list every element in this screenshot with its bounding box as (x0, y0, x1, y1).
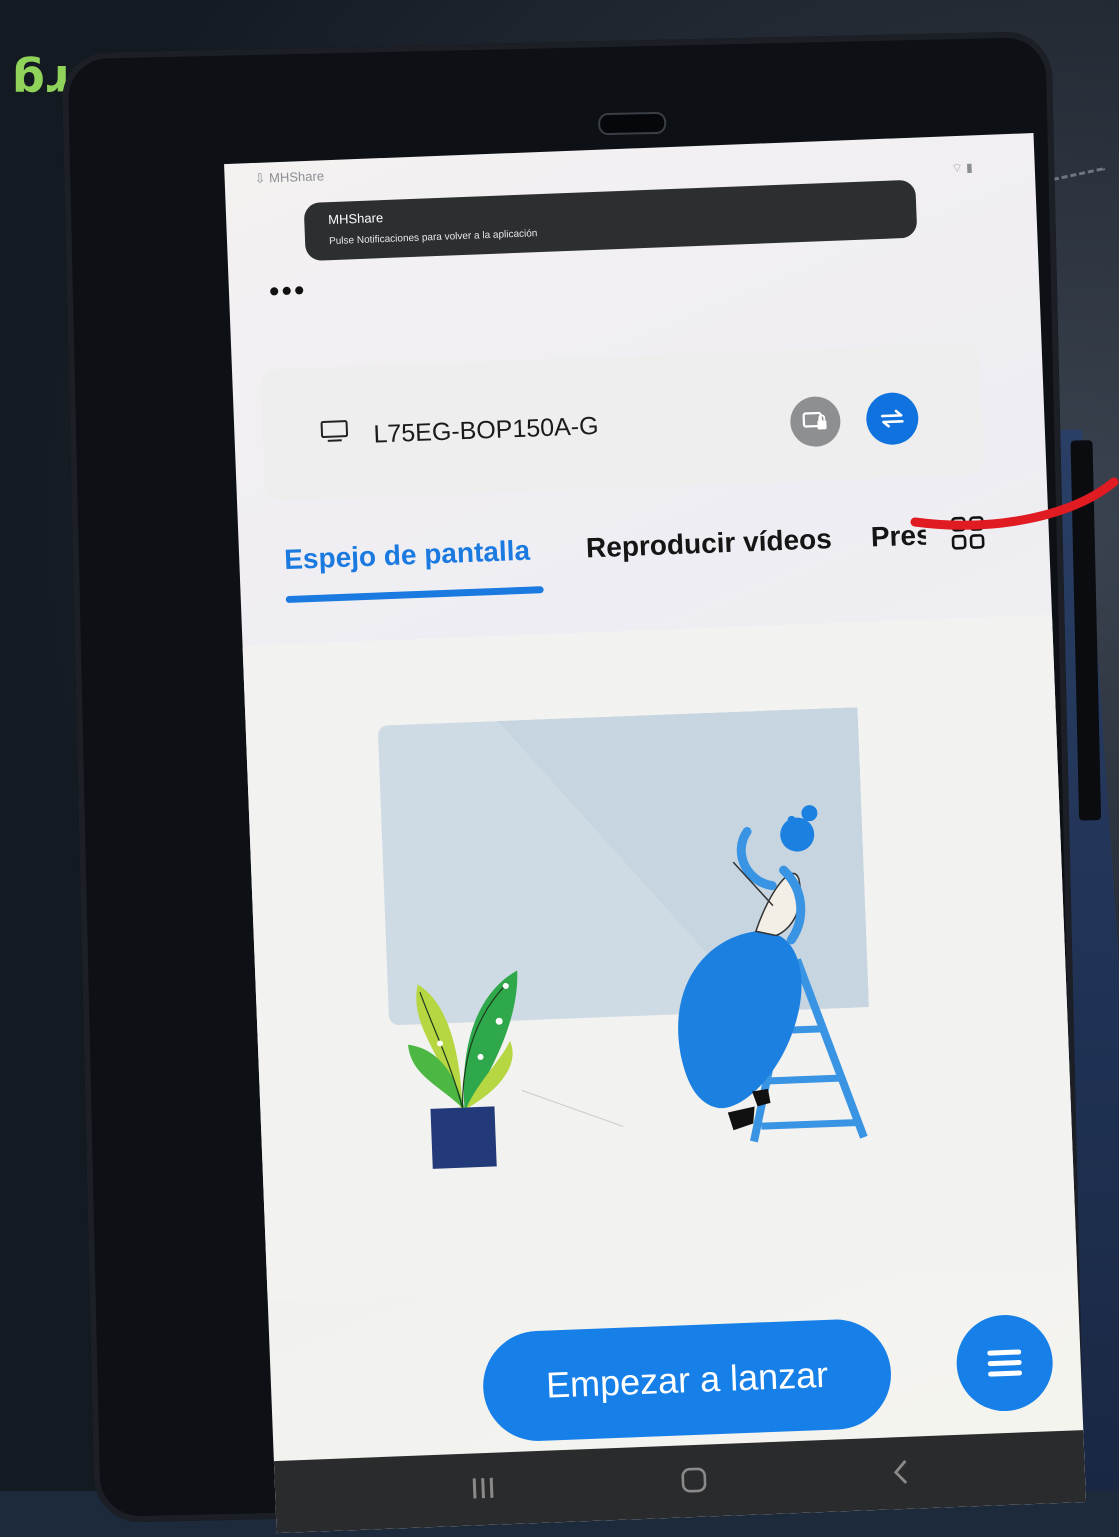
front-camera (597, 111, 667, 136)
home-icon[interactable] (680, 1467, 707, 1494)
notification-message: Pulse Notificaciones para volver a la ap… (328, 228, 538, 248)
tablet-device: ⇩ MHShare ⌔ ▮ MHShare Pulse Notificacion… (61, 30, 1102, 1534)
hamburger-icon (987, 1349, 1023, 1377)
mirroring-illustration (378, 707, 869, 1169)
device-card[interactable]: L75EG-BOP150A-G (259, 342, 985, 502)
back-icon[interactable] (892, 1459, 909, 1486)
active-tab-indicator (285, 586, 544, 604)
menu-button[interactable] (954, 1313, 1055, 1413)
tab-play-videos[interactable]: Reproducir vídeos (585, 523, 832, 564)
system-navigation-bar (273, 1430, 1087, 1534)
notification-title: MHShare (327, 210, 384, 228)
mode-tabs: Espejo de pantalla Reproducir vídeos Pre… (284, 516, 1006, 604)
status-bar-app-name: ⇩ MHShare (254, 168, 325, 186)
switch-device-button[interactable] (865, 391, 920, 446)
tab-screen-mirror[interactable]: Espejo de pantalla (284, 535, 531, 576)
mirror-preview-panel (236, 614, 1084, 1301)
chalk-line (521, 1089, 624, 1127)
app-screen: ⇩ MHShare ⌔ ▮ MHShare Pulse Notificacion… (224, 133, 1087, 1534)
red-annotation-arrow (910, 477, 1119, 530)
recent-apps-icon[interactable] (471, 1477, 496, 1500)
device-name: L75EG-BOP150A-G (373, 411, 600, 449)
pin-code-button[interactable] (789, 395, 842, 448)
more-options-button[interactable]: ••• (268, 274, 307, 308)
status-bar-icons: ⌔ ▮ (951, 160, 974, 176)
start-cast-button[interactable]: Empezar a lanzar (481, 1317, 894, 1444)
notification-banner[interactable]: MHShare Pulse Notificaciones para volver… (303, 179, 918, 262)
swap-arrows-icon (880, 409, 904, 428)
screen-lock-icon (802, 411, 827, 430)
monitor-icon (320, 420, 349, 442)
